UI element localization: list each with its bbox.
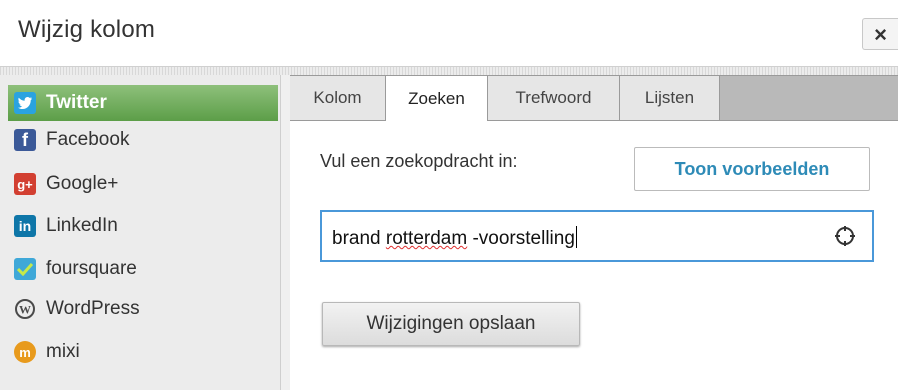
sidebar-item-label: Facebook (46, 129, 130, 150)
search-query-text[interactable]: brand rotterdam -voorstelling (332, 226, 577, 250)
sidebar-item-wordpress[interactable]: W WordPress (8, 291, 278, 327)
linkedin-icon: in (14, 215, 36, 237)
edit-column-dialog: Wijzig kolom × Twitter f Facebook g+ Goo… (0, 0, 898, 390)
twitter-icon (14, 92, 36, 114)
title-separator (0, 67, 898, 75)
sidebar-item-label: Google+ (46, 173, 119, 194)
text-caret (575, 226, 577, 248)
misspelled-word: rotterdam (385, 228, 468, 249)
sidebar-item-google-plus[interactable]: g+ Google+ (8, 166, 278, 202)
sidebar-item-label: foursquare (46, 258, 137, 279)
tab-kolom[interactable]: Kolom (290, 76, 386, 120)
main-panel: Kolom Zoeken Trefwoord Lijsten Vul een z… (290, 75, 898, 390)
foursquare-icon (14, 258, 36, 280)
google-plus-icon: g+ (14, 173, 36, 195)
dialog-title-bar: Wijzig kolom × (0, 0, 898, 67)
search-query-input[interactable]: brand rotterdam -voorstelling (320, 210, 874, 262)
svg-text:W: W (19, 303, 31, 317)
sidebar-item-mixi[interactable]: m mixi (8, 334, 278, 370)
sidebar-item-twitter[interactable]: Twitter (8, 85, 278, 121)
sidebar-item-linkedin[interactable]: in LinkedIn (8, 208, 278, 244)
save-changes-button[interactable]: Wijzigingen opslaan (322, 302, 580, 346)
mixi-icon: m (14, 341, 36, 363)
wordpress-icon: W (14, 298, 36, 320)
sidebar-item-label: WordPress (46, 298, 140, 319)
sidebar-item-facebook[interactable]: f Facebook (8, 122, 278, 158)
tab-bar: Kolom Zoeken Trefwoord Lijsten (290, 75, 898, 122)
show-examples-button[interactable]: Toon voorbeelden (634, 147, 870, 191)
sidebar-item-label: LinkedIn (46, 215, 118, 236)
network-sidebar: Twitter f Facebook g+ Google+ in LinkedI… (0, 75, 281, 390)
tab-trefwoord[interactable]: Trefwoord (488, 76, 620, 120)
sidebar-item-foursquare[interactable]: foursquare (8, 251, 278, 287)
sidebar-item-label: Twitter (46, 92, 107, 113)
dialog-title: Wijzig kolom (18, 16, 156, 43)
search-prompt-label: Vul een zoekopdracht in: (320, 151, 518, 171)
tab-zoeken[interactable]: Zoeken (386, 76, 488, 122)
sidebar-item-label: mixi (46, 341, 80, 362)
close-button[interactable]: × (862, 18, 898, 50)
tab-lijsten[interactable]: Lijsten (620, 76, 720, 120)
facebook-icon: f (14, 129, 36, 151)
location-target-icon[interactable] (834, 225, 856, 247)
search-tab-content: Vul een zoekopdracht in: Toon voorbeelde… (290, 121, 898, 390)
